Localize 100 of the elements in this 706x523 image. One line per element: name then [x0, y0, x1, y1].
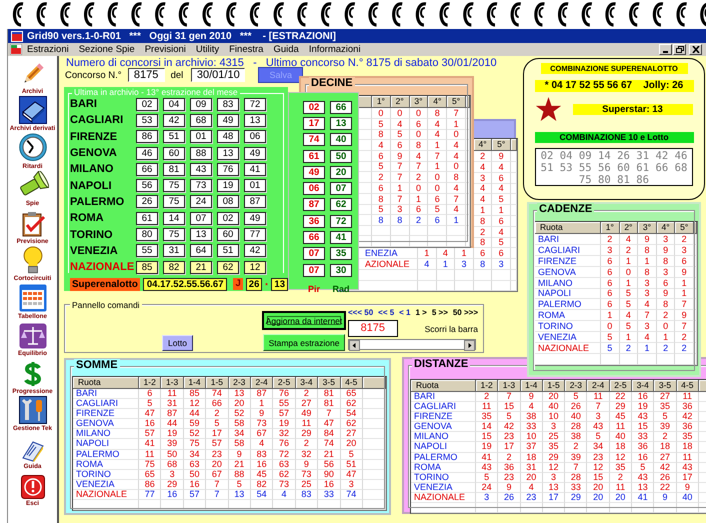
- table-cell: 17: [498, 442, 521, 453]
- table-cell: 1: [638, 256, 657, 267]
- menu-item[interactable]: Guida: [268, 44, 304, 55]
- empty-cell: [340, 500, 363, 510]
- column-header: 3-5: [318, 377, 341, 389]
- table-cell: 41: [476, 452, 498, 463]
- table-cell: 2: [565, 442, 588, 453]
- table-cell: 1: [601, 310, 620, 322]
- print-button[interactable]: Stampa estrazione: [263, 334, 345, 351]
- empty-cell: [428, 236, 448, 247]
- table-cell: 10: [520, 432, 543, 442]
- table-cell: 27: [296, 399, 318, 410]
- table-cell: 59: [184, 419, 206, 430]
- table-cell: 52: [228, 409, 251, 420]
- number-field: 02: [217, 212, 239, 225]
- table-cell: 3: [656, 266, 676, 278]
- empty-cell: [184, 500, 206, 510]
- number-field: 60: [217, 228, 239, 242]
- scales-icon: [18, 323, 46, 349]
- number-field: 86: [136, 130, 158, 144]
- number-field: 07: [330, 182, 352, 196]
- table-cell: 7: [498, 392, 521, 402]
- star-icon: [534, 97, 562, 121]
- empty-cell: [362, 460, 386, 470]
- table-cell: 40: [565, 412, 588, 422]
- table-cell: 3: [455, 258, 474, 270]
- table-cell: 43: [476, 462, 498, 473]
- empty-cell: [601, 354, 620, 365]
- table-cell: 84: [318, 429, 341, 440]
- number-field: 66: [136, 162, 158, 176]
- number-field: 46: [136, 146, 158, 160]
- empty-cell: [455, 280, 474, 292]
- nav-link[interactable]: < 1: [399, 308, 410, 317]
- table-cell: 47: [340, 470, 363, 480]
- table-cell: 36: [632, 442, 654, 453]
- table-cell: 3: [390, 204, 410, 216]
- table-cell: 4: [638, 299, 657, 310]
- table-cell: 6: [139, 389, 162, 400]
- restore-button[interactable]: [673, 44, 686, 55]
- table-cell: 88: [228, 470, 251, 480]
- table-cell: 1: [620, 332, 638, 344]
- table-cell: 63: [184, 460, 206, 470]
- book-icon: [18, 96, 46, 124]
- close-button[interactable]: [689, 44, 702, 55]
- table-cell: 57: [273, 409, 296, 420]
- table-cell: 17: [542, 492, 566, 504]
- input-field[interactable]: 8175: [128, 68, 165, 82]
- table-cell: 86: [139, 480, 162, 490]
- menu-item[interactable]: Informazioni: [304, 44, 366, 55]
- input-field[interactable]: 30/01/10: [191, 68, 246, 82]
- table-cell: 8: [372, 194, 391, 204]
- menu-item[interactable]: Sezione Spie: [74, 44, 140, 55]
- table-cell: 7: [587, 402, 610, 412]
- header-filler: [466, 96, 470, 108]
- table-cell: MILANO: [411, 432, 476, 442]
- table-cell: 2: [610, 472, 632, 483]
- table-cell: 32: [273, 429, 296, 440]
- scroll-bar[interactable]: [348, 339, 476, 350]
- menu-item[interactable]: Estrazioni: [22, 44, 74, 55]
- table-cell: 12: [587, 462, 610, 473]
- number-field: 04.17.52.55.56.67: [142, 278, 228, 291]
- nav-link[interactable]: << 5: [378, 308, 394, 317]
- menu-item[interactable]: Finestra: [224, 44, 268, 55]
- table-cell: 40: [610, 432, 632, 442]
- number-field: 55: [136, 244, 158, 258]
- table-cell: 16: [184, 480, 206, 490]
- number-field: 06: [303, 182, 325, 196]
- column-header: 4-5: [676, 380, 699, 392]
- nav-link[interactable]: <<< 50: [348, 308, 374, 317]
- menu-item[interactable]: Previsioni: [140, 44, 191, 55]
- table-cell: 2: [656, 310, 676, 322]
- table-cell: 87: [161, 409, 184, 420]
- table-cell: 44: [161, 419, 184, 430]
- wheel-name: VENEZIA: [70, 244, 119, 257]
- alert-icon: [20, 475, 44, 499]
- menu-item[interactable]: Utility: [190, 44, 224, 55]
- nav-link[interactable]: 5 >>: [432, 308, 448, 317]
- nav-link[interactable]: 50 >>>: [452, 308, 478, 317]
- table-cell: 35: [676, 432, 699, 442]
- number-field: 09: [190, 98, 212, 111]
- number-field: 60: [163, 146, 185, 160]
- table-cell: 8: [656, 256, 676, 267]
- update-button[interactable]: Aggiorna da internet: [263, 312, 345, 329]
- nav-link[interactable]: 1 >: [416, 308, 427, 317]
- table-cell: 8: [638, 266, 657, 278]
- wheel-name: PALERMO: [70, 196, 126, 208]
- number-field: 83: [217, 98, 239, 111]
- table-cell: 34: [184, 450, 206, 460]
- empty-cell: [362, 429, 386, 440]
- table-cell: 1: [492, 204, 511, 216]
- empty-cell: [474, 270, 492, 281]
- table-cell: 17: [206, 429, 229, 440]
- document-icon: [20, 440, 44, 462]
- table-cell: 0: [428, 172, 448, 184]
- lotto-button[interactable]: Lotto: [162, 335, 193, 351]
- table-cell: 33: [520, 422, 543, 432]
- minimize-button[interactable]: [659, 44, 672, 55]
- table-cell: 75: [139, 460, 162, 470]
- table-cell: 19: [161, 429, 184, 440]
- table-cell: 16: [139, 419, 162, 430]
